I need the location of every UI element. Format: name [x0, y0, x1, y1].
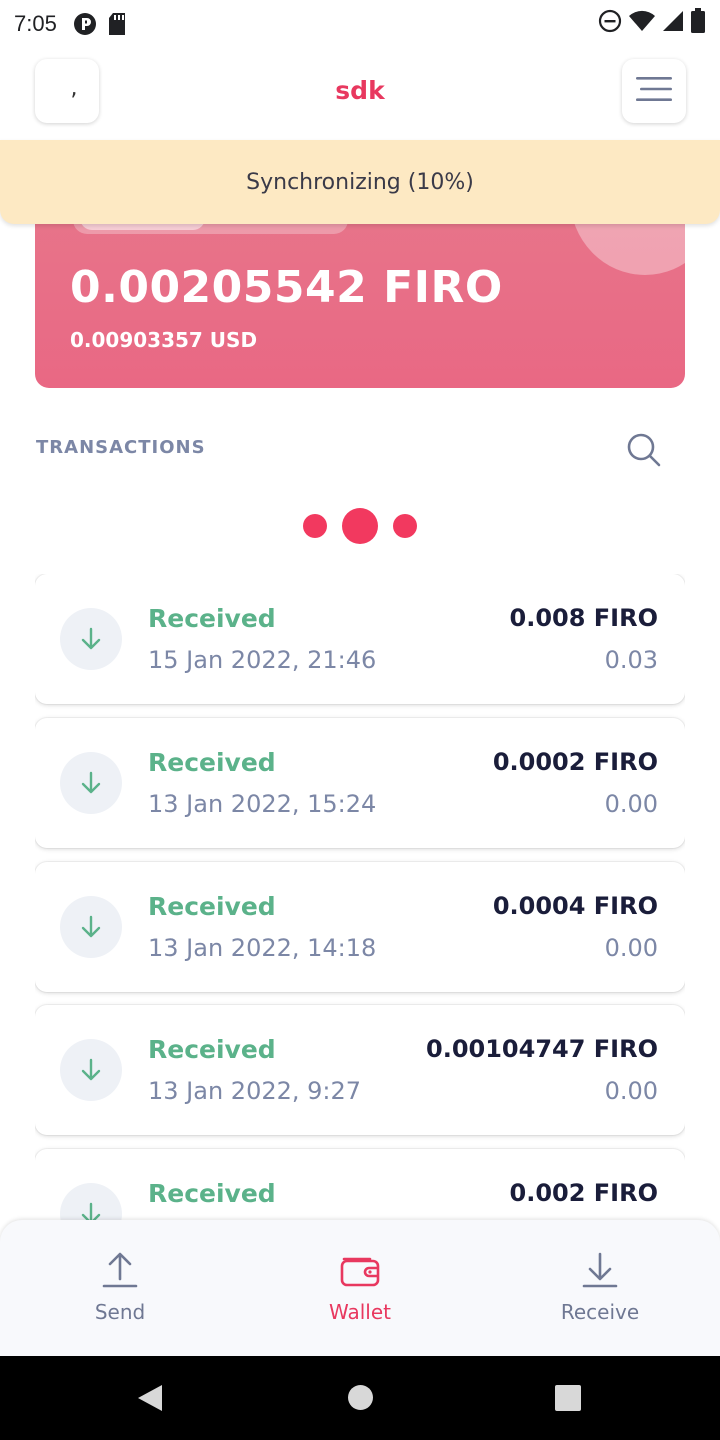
transaction-list[interactable]: Received 15 Jan 2022, 21:46 0.008 FIRO 0…: [35, 574, 685, 1220]
transaction-date: 15 Jan 2022, 21:46: [148, 646, 377, 674]
loading-dot: [303, 514, 327, 538]
transaction-type: Received: [148, 748, 276, 777]
transaction-fiat: 0.03: [604, 646, 658, 674]
transaction-item[interactable]: Received 13 Jan 2022, 14:18 0.0004 FIRO …: [35, 862, 685, 992]
battery-icon: [690, 8, 706, 40]
transaction-fiat: 0.00: [604, 1077, 658, 1105]
transaction-amount: 0.008 FIRO: [509, 604, 658, 632]
back-icon[interactable]: [136, 1383, 164, 1417]
transaction-fiat: 0.00: [604, 934, 658, 962]
transaction-date: 13 Jan 2022, 14:18: [148, 934, 377, 962]
balance-amount: 0.00205542 FIRO: [70, 262, 503, 313]
transaction-type: Received: [148, 892, 276, 921]
app-header: , sdk: [0, 48, 720, 140]
sync-status-text: Synchronizing (10%): [246, 169, 474, 195]
transaction-item[interactable]: Received 13 Jan 2022, 9:27 0.00104747 FI…: [35, 1005, 685, 1135]
recents-icon[interactable]: [555, 1385, 581, 1415]
transaction-amount: 0.002 FIRO: [509, 1179, 658, 1207]
transaction-fiat: 0.00: [604, 790, 658, 818]
transaction-item[interactable]: Received 0.002 FIRO: [35, 1149, 685, 1220]
loading-dot: [393, 514, 417, 538]
sync-banner: Synchronizing (10%): [0, 140, 720, 224]
do-not-disturb-icon: [598, 9, 622, 39]
transaction-date: 13 Jan 2022, 9:27: [148, 1077, 362, 1105]
hamburger-menu-icon: [636, 75, 672, 107]
cell-signal-icon: [662, 9, 684, 39]
page-title: sdk: [335, 76, 385, 105]
received-arrow-icon: [60, 1183, 122, 1220]
sd-card-icon: [107, 12, 127, 36]
nav-wallet-label: Wallet: [328, 1300, 391, 1324]
bottom-navigation: Send Wallet Receive: [0, 1220, 720, 1356]
transaction-amount: 0.00104747 FIRO: [426, 1035, 658, 1063]
nav-send[interactable]: Send: [40, 1250, 200, 1330]
received-arrow-icon: [60, 1039, 122, 1101]
transaction-type: Received: [148, 1179, 276, 1208]
wifi-icon: [628, 9, 656, 39]
loading-indicator: [0, 505, 720, 545]
receive-arrow-down-icon: [520, 1250, 680, 1290]
status-time: 7:05: [14, 11, 57, 36]
balance-card[interactable]: 0.00205542 FIRO 0.00903357 USD: [35, 200, 685, 388]
loading-dot: [342, 508, 378, 544]
transaction-item[interactable]: Received 15 Jan 2022, 21:46 0.008 FIRO 0…: [35, 574, 685, 704]
transaction-type: Received: [148, 604, 276, 633]
transaction-amount: 0.0002 FIRO: [492, 748, 658, 776]
transactions-heading: TRANSACTIONS: [36, 437, 206, 458]
send-arrow-up-icon: [40, 1250, 200, 1290]
received-arrow-icon: [60, 896, 122, 958]
nav-receive-label: Receive: [560, 1300, 640, 1324]
home-icon[interactable]: [347, 1384, 374, 1415]
received-arrow-icon: [60, 608, 122, 670]
transaction-type: Received: [148, 1035, 276, 1064]
nav-wallet[interactable]: Wallet: [280, 1250, 440, 1330]
transaction-date: 13 Jan 2022, 15:24: [148, 790, 377, 818]
transaction-item[interactable]: Received 13 Jan 2022, 15:24 0.0002 FIRO …: [35, 718, 685, 848]
wallet-icon: [280, 1250, 440, 1290]
transaction-amount: 0.0004 FIRO: [492, 892, 658, 920]
vpn-badge-icon: [73, 12, 97, 36]
nav-send-label: Send: [94, 1300, 146, 1324]
search-icon: [624, 433, 664, 474]
system-navigation-bar: [0, 1356, 720, 1440]
balance-fiat: 0.00903357 USD: [70, 328, 258, 352]
received-arrow-icon: [60, 752, 122, 814]
search-button[interactable]: [624, 430, 664, 470]
status-bar: 7:05: [0, 0, 720, 48]
menu-button[interactable]: [622, 59, 686, 123]
nav-receive[interactable]: Receive: [520, 1250, 680, 1330]
